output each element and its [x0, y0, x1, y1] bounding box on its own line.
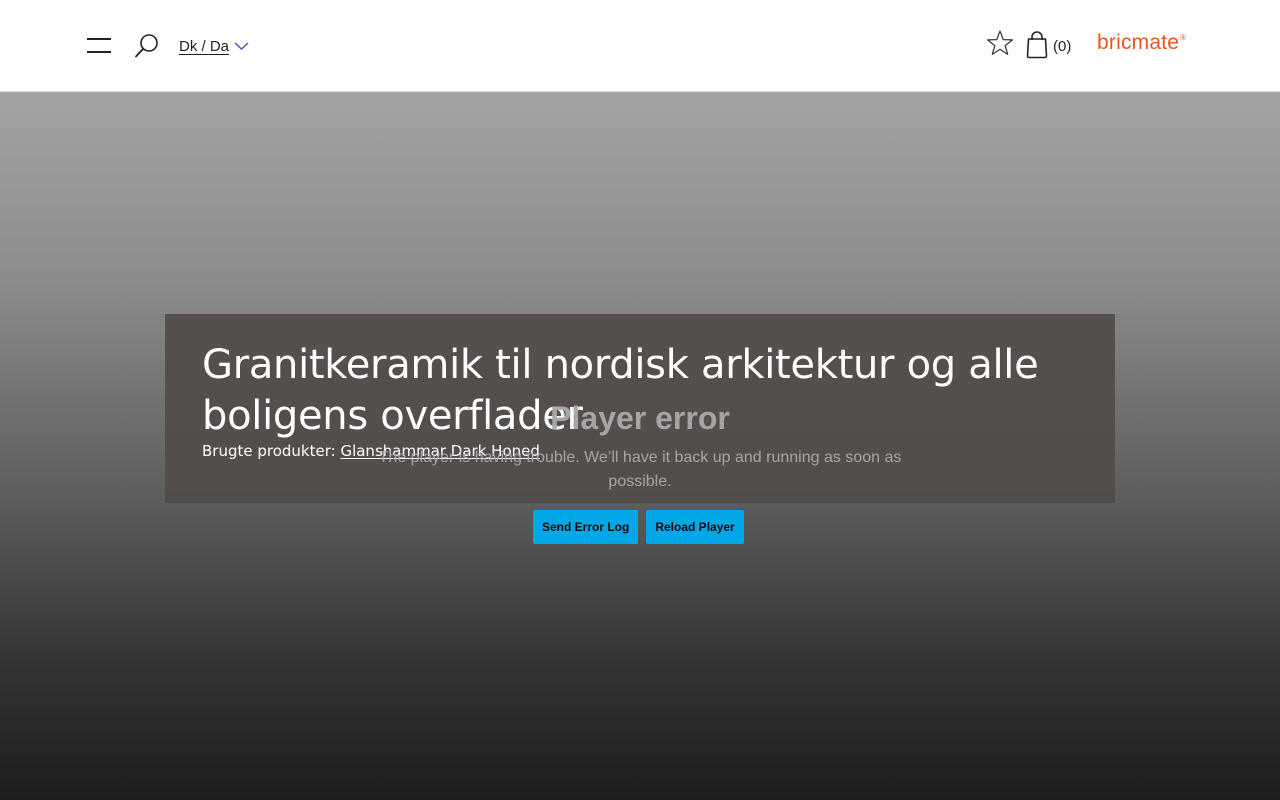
language-label: Dk / Da: [179, 37, 230, 55]
reload-player-button[interactable]: Reload Player: [646, 510, 744, 544]
used-products-label: Brugte produkter:: [202, 442, 341, 460]
cart-button[interactable]: (0): [1025, 29, 1071, 59]
hero-video[interactable]: Granitkeramik til nordisk arkitektur og …: [0, 92, 1280, 800]
logo-registered-mark: ®: [1180, 33, 1187, 42]
logo-text: bricmate: [1097, 31, 1180, 54]
brand-logo[interactable]: bricmate®: [1097, 31, 1186, 55]
shopping-bag-icon: [1026, 31, 1048, 59]
language-selector[interactable]: Dk / Da: [179, 36, 249, 56]
site-header: Dk / Da (0) bricmate®: [0, 0, 1280, 92]
cart-count: (0): [1053, 38, 1072, 55]
player-error-title: Player error: [550, 400, 730, 436]
hamburger-icon-line-top: [87, 38, 111, 40]
search-icon: [135, 34, 158, 58]
chevron-down-icon: [234, 42, 249, 50]
search-button[interactable]: [134, 32, 160, 60]
player-error-actions: Send Error Log Reload Player: [533, 510, 744, 544]
favorites-button[interactable]: [986, 29, 1014, 57]
player-error-message: The player is having trouble. We’ll have…: [378, 449, 902, 490]
player-error-overlay: Player error The player is having troubl…: [360, 398, 920, 494]
menu-button[interactable]: [85, 31, 113, 59]
hamburger-icon-line-bottom: [87, 51, 111, 53]
star-icon: [987, 30, 1013, 55]
send-error-log-button[interactable]: Send Error Log: [533, 510, 639, 544]
